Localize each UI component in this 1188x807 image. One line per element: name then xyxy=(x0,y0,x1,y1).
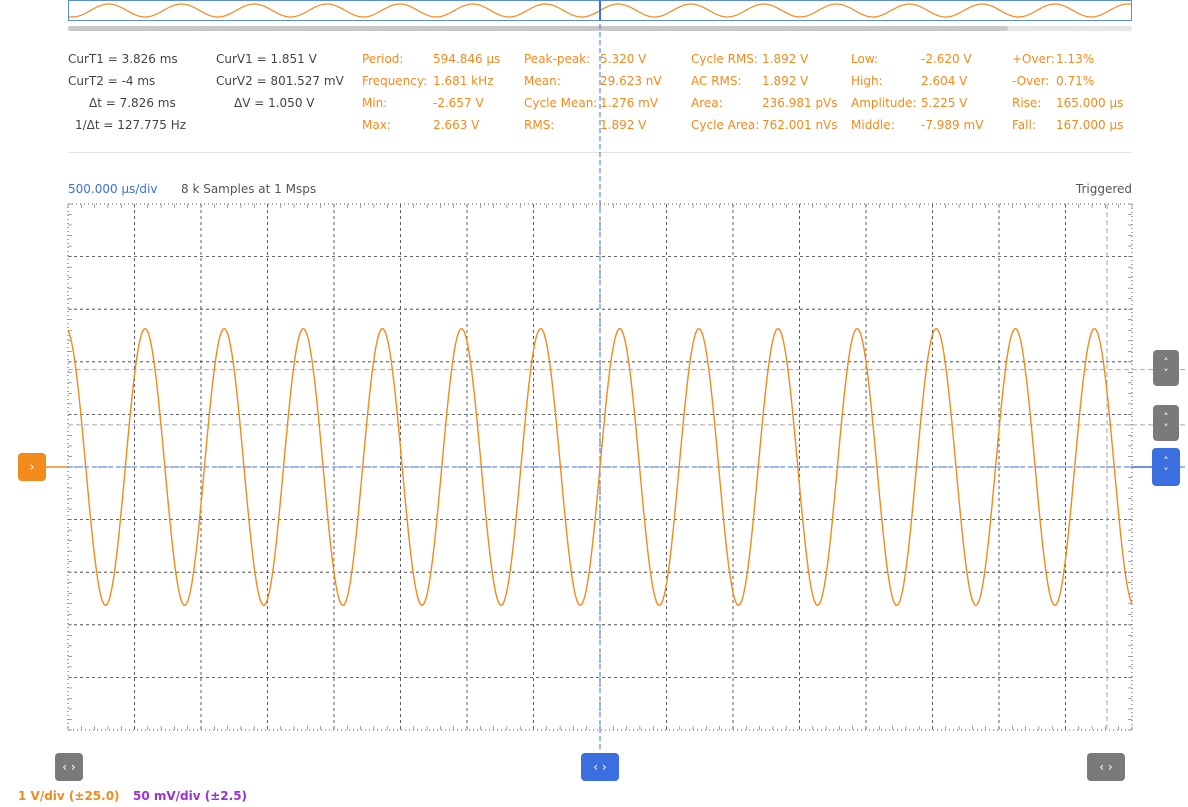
left-right-arrows-icon: ‹ › xyxy=(593,760,607,774)
left-right-arrows-icon: ‹ › xyxy=(62,760,76,774)
cursor-v1-handle[interactable]: ˄ ˅ xyxy=(1153,350,1179,386)
channel1-scale[interactable]: 1 V/div (±25.0) xyxy=(18,789,120,803)
trigger-level-handle[interactable]: ˄ ˅ xyxy=(1152,448,1180,486)
chevron-down-icon: ˅ xyxy=(1163,367,1169,380)
arrow-right-icon: › xyxy=(29,459,35,475)
trigger-position-handle[interactable]: ‹ › xyxy=(581,753,619,781)
channel1-offset-handle[interactable]: › xyxy=(18,453,46,481)
cursor-v2-handle[interactable]: ˄ ˅ xyxy=(1153,405,1179,441)
left-right-arrows-icon: ‹ › xyxy=(1099,760,1113,774)
cursor-t2-handle[interactable]: ‹ › xyxy=(55,753,83,781)
chevron-down-icon: ˅ xyxy=(1163,422,1169,435)
chevron-down-icon: ˅ xyxy=(1163,466,1169,479)
channel2-scale[interactable]: 50 mV/div (±2.5) xyxy=(133,789,247,803)
cursor-t1-handle[interactable]: ‹ › xyxy=(1087,753,1125,781)
scope-plot[interactable] xyxy=(0,0,1188,807)
